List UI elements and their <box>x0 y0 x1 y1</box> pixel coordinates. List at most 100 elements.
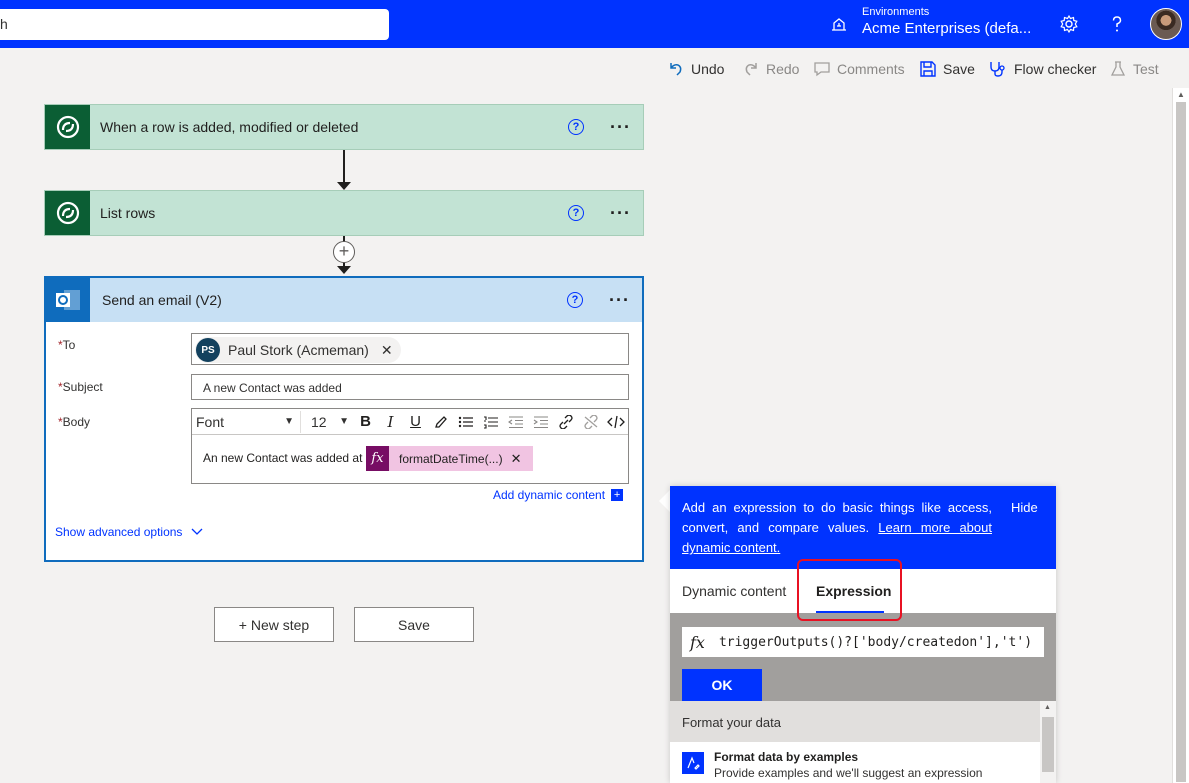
dataverse-icon <box>45 191 90 235</box>
send-email-card[interactable]: Send an email (V2) ? ··· *To PS Paul Sto… <box>44 276 644 562</box>
scroll-thumb[interactable] <box>1176 102 1186 782</box>
undo-icon <box>670 63 682 76</box>
format-data-header: Format your data <box>670 701 1040 742</box>
show-advanced-label: Show advanced options <box>55 525 183 539</box>
font-size-value: 12 <box>311 413 327 430</box>
help-icon[interactable]: ? <box>568 119 585 135</box>
chevron-down-icon: ▼ <box>339 416 349 427</box>
undo-label: Undo <box>691 61 725 77</box>
save-label: Save <box>943 61 975 77</box>
ok-button[interactable]: OK <box>682 669 762 701</box>
save-command-button[interactable]: Save <box>919 59 975 79</box>
trigger-title: When a row is added, modified or deleted <box>100 119 359 135</box>
show-advanced-options[interactable]: Show advanced options <box>55 525 204 539</box>
italic-button[interactable]: I <box>378 411 403 433</box>
font-dropdown[interactable]: Font ▼ <box>196 410 301 433</box>
connector-arrow-icon <box>337 266 351 274</box>
numbered-list-icon[interactable] <box>478 411 503 433</box>
to-label: *To <box>58 338 76 352</box>
connector-line <box>343 150 345 184</box>
more-options-icon[interactable]: ··· <box>610 204 631 222</box>
dynamic-content-panel: Add an expression to do basic things lik… <box>670 486 1056 783</box>
link-icon[interactable] <box>553 411 578 433</box>
trigger-card[interactable]: When a row is added, modified or deleted… <box>44 104 644 150</box>
add-dynamic-content-link[interactable]: Add dynamic content + <box>493 488 624 502</box>
expression-token[interactable]: fx formatDateTime(...) ✕ <box>366 446 534 471</box>
list-rows-title: List rows <box>100 205 156 221</box>
format-examples-desc: Provide examples and we'll suggest an ex… <box>714 766 983 780</box>
recipient-pill[interactable]: PS Paul Stork (Acmeman) ✕ <box>195 337 401 363</box>
command-bar: Undo Redo Comments Save Flow checker Tes… <box>0 48 1189 88</box>
unlink-icon[interactable] <box>578 411 603 433</box>
send-email-header[interactable]: Send an email (V2) ? ··· <box>46 278 642 322</box>
panel-scrollbar[interactable]: ▲ <box>1040 701 1056 783</box>
comments-label: Comments <box>837 61 905 77</box>
test-label: Test <box>1133 61 1159 77</box>
undo-button[interactable]: Undo <box>667 59 724 79</box>
more-options-icon[interactable]: ··· <box>610 118 631 136</box>
token-label: formatDateTime(...) <box>399 451 503 466</box>
help-icon[interactable] <box>1106 13 1128 35</box>
to-field[interactable]: PS Paul Stork (Acmeman) ✕ <box>191 333 629 365</box>
canvas-scrollbar[interactable]: ▲ <box>1172 88 1189 783</box>
hide-link[interactable]: Hide <box>1011 500 1038 515</box>
help-icon[interactable]: ? <box>568 205 585 221</box>
remove-recipient-icon[interactable]: ✕ <box>381 342 393 359</box>
scroll-up-icon[interactable]: ▲ <box>1044 704 1051 711</box>
expression-input[interactable]: fx triggerOutputs()?['body/createdon'],'… <box>682 627 1044 657</box>
environment-icon <box>832 18 846 31</box>
help-icon[interactable]: ? <box>567 292 584 308</box>
top-bar: h Environments Acme Enterprises (defa... <box>0 0 1189 48</box>
add-dynamic-content-label: Add dynamic content <box>493 488 606 502</box>
remove-token-icon[interactable]: ✕ <box>511 451 522 467</box>
avatar[interactable] <box>1150 8 1182 40</box>
save-button[interactable]: Save <box>354 607 474 642</box>
code-view-icon[interactable] <box>603 411 628 433</box>
new-step-button[interactable]: + New step <box>214 607 334 642</box>
increase-indent-icon[interactable] <box>528 411 553 433</box>
font-value: Font <box>196 413 225 430</box>
send-email-title: Send an email (V2) <box>102 292 222 308</box>
environment-name[interactable]: Acme Enterprises (defa... <box>862 20 1031 37</box>
underline-button[interactable]: U <box>403 411 428 433</box>
settings-icon[interactable] <box>1058 13 1080 35</box>
chevron-down-icon <box>191 528 203 535</box>
body-editor[interactable]: Font ▼ 12 ▼ B I U An new Contact was add… <box>191 408 629 484</box>
environments-label[interactable]: Environments <box>862 6 929 18</box>
recipient-name: Paul Stork (Acmeman) <box>228 342 369 358</box>
redo-icon <box>745 63 757 76</box>
font-size-dropdown[interactable]: 12 ▼ <box>311 414 349 430</box>
format-by-examples-item[interactable]: Format data by examples Provide examples… <box>670 742 1040 783</box>
search-input[interactable]: h <box>0 9 389 40</box>
rich-text-toolbar: Font ▼ 12 ▼ B I U <box>192 409 628 435</box>
tab-dynamic-content[interactable]: Dynamic content <box>682 583 786 599</box>
subject-label: *Subject <box>58 380 103 394</box>
bold-button[interactable]: B <box>353 411 378 433</box>
scroll-up-icon[interactable]: ▲ <box>1177 90 1185 99</box>
recipient-avatar: PS <box>196 338 220 362</box>
connector-arrow-icon <box>337 182 351 190</box>
highlight-icon[interactable] <box>428 411 453 433</box>
insert-step-icon[interactable]: + <box>333 241 355 263</box>
comments-button[interactable]: Comments <box>813 59 905 79</box>
bullet-list-icon[interactable] <box>453 411 478 433</box>
test-icon <box>1110 61 1126 76</box>
decrease-indent-icon[interactable] <box>503 411 528 433</box>
body-text: An new Contact was added at <box>203 451 363 465</box>
comments-icon <box>814 62 830 77</box>
flow-checker-button[interactable]: Flow checker <box>988 59 1096 79</box>
redo-button[interactable]: Redo <box>742 59 799 79</box>
flow-checker-icon <box>990 62 1005 77</box>
list-rows-card[interactable]: List rows ? ··· <box>44 190 644 236</box>
chevron-down-icon: ▼ <box>284 416 294 427</box>
test-button[interactable]: Test <box>1109 59 1159 79</box>
expression-value: triggerOutputs()?['body/createdon'],'t') <box>718 634 1033 650</box>
flow-checker-label: Flow checker <box>1014 61 1097 77</box>
more-options-icon[interactable]: ··· <box>609 291 630 309</box>
fx-icon: fx <box>366 446 389 471</box>
subject-value: A new Contact was added <box>203 381 342 395</box>
save-icon <box>920 61 936 77</box>
panel-scroll-thumb[interactable] <box>1042 717 1054 772</box>
redo-label: Redo <box>766 61 800 77</box>
subject-field[interactable]: A new Contact was added <box>191 374 629 400</box>
